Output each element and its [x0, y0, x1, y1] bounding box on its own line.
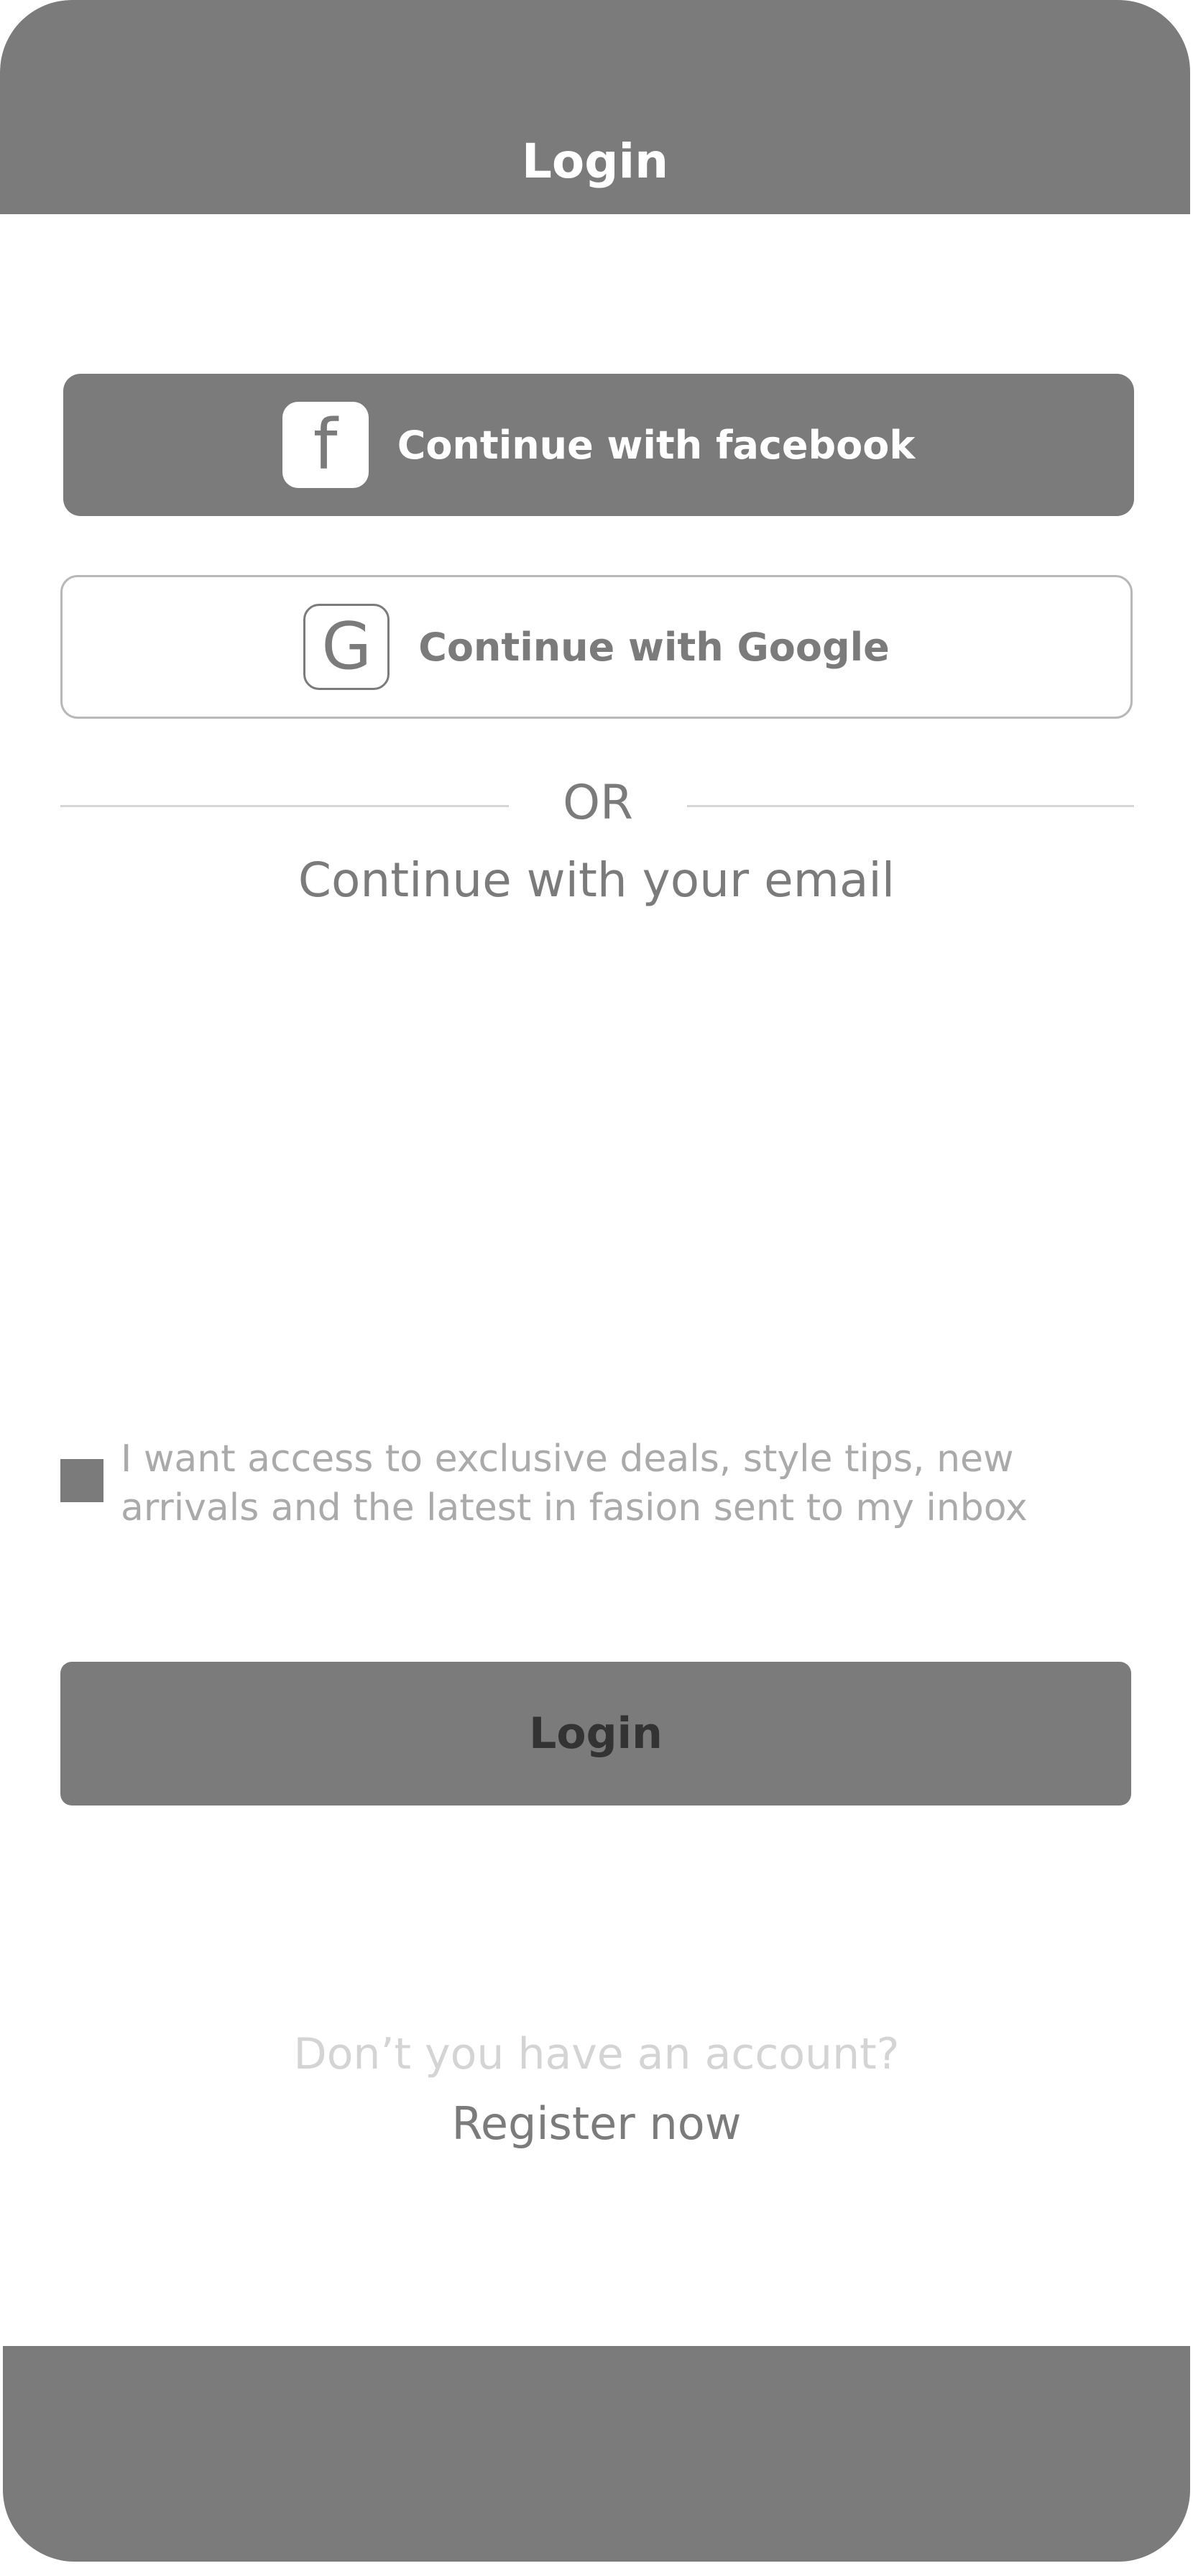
login-button[interactable]: Login [60, 1662, 1131, 1806]
google-button-label: Continue with Google [418, 624, 890, 670]
facebook-icon: f [282, 402, 369, 488]
divider-line-left [60, 805, 509, 807]
header-bar: Login [0, 0, 1190, 214]
google-icon: G [303, 604, 390, 690]
or-divider-text: OR [563, 775, 633, 830]
newsletter-checkbox[interactable] [60, 1459, 103, 1502]
continue-with-facebook-button[interactable]: f Continue with facebook [63, 374, 1134, 516]
register-now-link[interactable]: Register now [0, 2102, 1193, 2146]
facebook-button-label: Continue with facebook [397, 422, 916, 468]
page-title: Login [521, 134, 669, 189]
continue-with-google-button[interactable]: G Continue with Google [60, 575, 1133, 719]
divider-line-right [687, 805, 1134, 807]
footer-bar [3, 2346, 1190, 2562]
email-section-subtitle: Continue with your email [298, 852, 895, 908]
newsletter-checkbox-label: I want access to exclusive deals, style … [121, 1438, 1028, 1530]
login-screen: Login f Continue with facebook G Continu… [0, 0, 1193, 2576]
no-account-prompt: Don’t you have an account? [293, 2029, 900, 2079]
